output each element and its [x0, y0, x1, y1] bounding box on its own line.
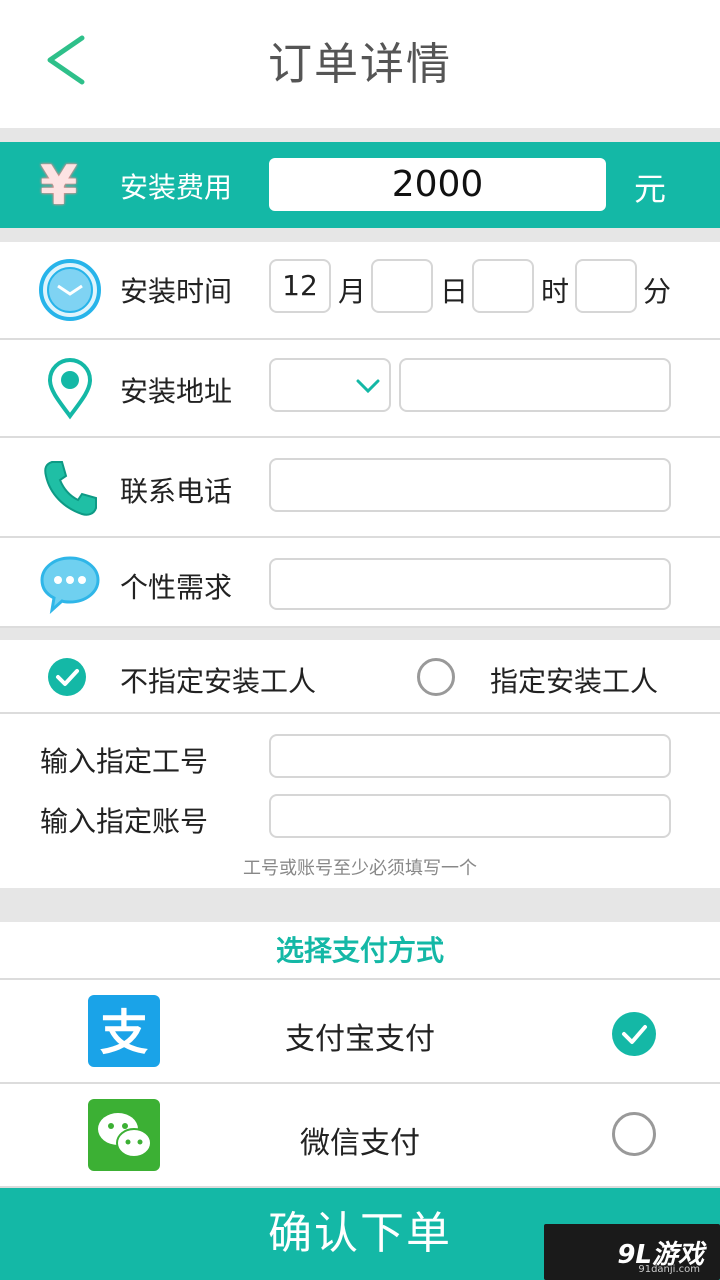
phone-label: 联系电话	[120, 475, 233, 508]
unassigned-label[interactable]: 不指定安装工人	[120, 660, 316, 700]
divider	[0, 228, 720, 242]
assigned-label[interactable]: 指定安装工人	[490, 660, 658, 700]
worker-account-label: 输入指定账号	[40, 805, 209, 838]
fee-section: ¥ 安装费用 2000 元	[0, 142, 720, 228]
install-address-row: 安装地址	[0, 340, 720, 438]
wechat-pay-option[interactable]: 微信支付	[0, 1084, 720, 1188]
wechat-pay-radio[interactable]	[612, 1112, 656, 1156]
watermark-logo: 9L游戏 91danji.com	[544, 1224, 720, 1280]
needs-row: 个性需求	[0, 538, 720, 628]
worker-id-input[interactable]	[269, 734, 671, 778]
worker-account-input[interactable]	[269, 794, 671, 838]
install-time-row: 安装时间 12 月 日 时 分	[0, 242, 720, 340]
yen-icon: ¥	[40, 154, 78, 217]
check-icon	[56, 669, 79, 686]
install-address-label: 安装地址	[120, 375, 233, 408]
chat-bubble-icon	[40, 556, 100, 614]
worker-selection-row: 不指定安装工人 指定安装工人	[0, 640, 720, 714]
month-value: 12	[282, 269, 318, 302]
alipay-check-icon[interactable]	[612, 1012, 656, 1056]
watermark-sub: 91danji.com	[638, 1264, 700, 1275]
needs-input[interactable]	[269, 558, 671, 610]
region-select[interactable]	[269, 358, 391, 412]
hour-unit: 时	[541, 275, 570, 308]
divider	[0, 888, 720, 922]
fee-label: 安装费用	[120, 171, 233, 204]
assign-worker-section: 输入指定工号 输入指定账号 工号或账号至少必须填写一个	[0, 714, 720, 888]
day-input[interactable]	[371, 259, 433, 313]
location-pin-icon	[47, 358, 93, 420]
install-time-label: 安装时间	[120, 275, 233, 308]
minute-input[interactable]	[575, 259, 637, 313]
day-unit: 日	[440, 275, 469, 308]
alipay-option[interactable]: 支 支付宝支付	[0, 980, 720, 1084]
divider	[0, 128, 720, 142]
fee-unit: 元	[634, 170, 667, 208]
header: 订单详情	[0, 0, 720, 128]
needs-label: 个性需求	[120, 571, 233, 604]
chevron-down-icon	[356, 379, 380, 394]
payment-title: 选择支付方式	[0, 922, 720, 980]
assign-hint: 工号或账号至少必须填写一个	[243, 858, 477, 879]
clock-icon	[39, 259, 101, 321]
worker-id-label: 输入指定工号	[40, 745, 209, 778]
unassigned-radio[interactable]	[48, 658, 86, 696]
page-title: 订单详情	[268, 39, 452, 90]
phone-icon	[44, 461, 97, 516]
minute-unit: 分	[643, 275, 672, 308]
hour-input[interactable]	[472, 259, 534, 313]
month-unit: 月	[338, 275, 367, 308]
fee-amount-field[interactable]: 2000	[269, 158, 606, 211]
month-input[interactable]: 12	[269, 259, 331, 313]
phone-row: 联系电话	[0, 438, 720, 538]
phone-input[interactable]	[269, 458, 671, 512]
assigned-radio[interactable]	[417, 658, 455, 696]
divider	[0, 628, 720, 640]
address-detail-input[interactable]	[399, 358, 671, 412]
